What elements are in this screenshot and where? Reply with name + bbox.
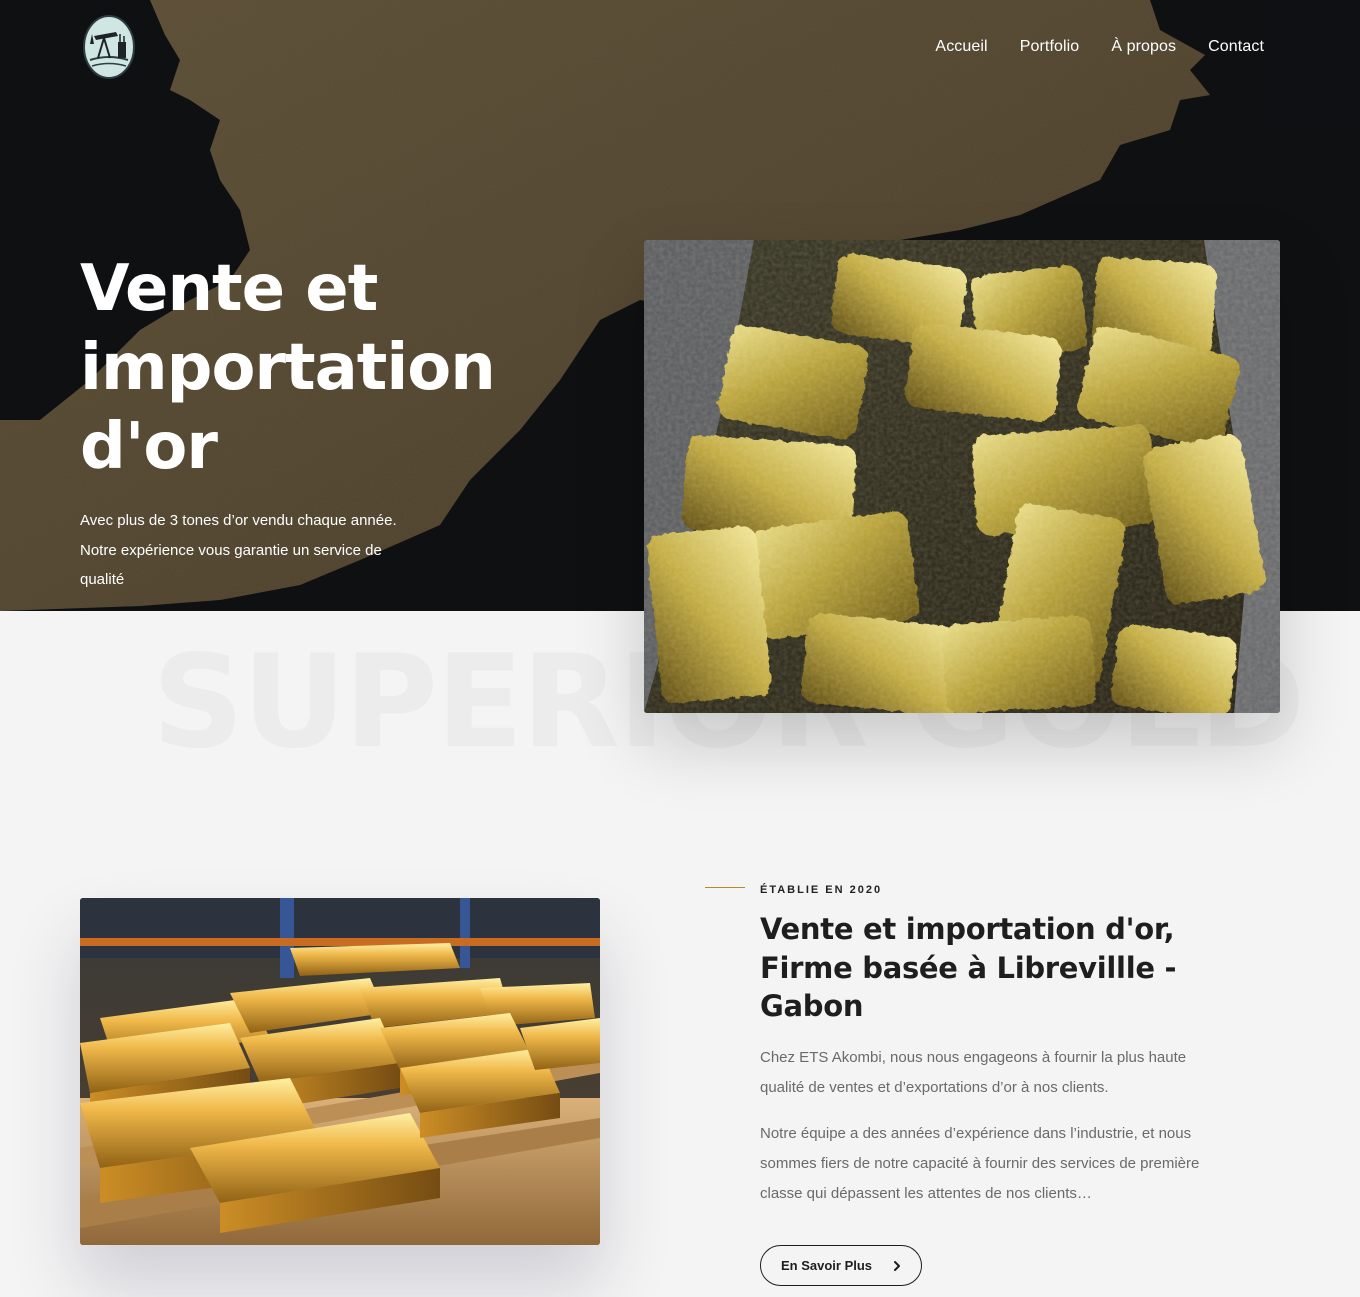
button-label: En Savoir Plus [781,1258,873,1273]
about-paragraph-1: Chez ETS Akombi, nous nous engageons à f… [760,1049,1187,1096]
eyebrow-divider [705,887,745,888]
gold-bars-tray-image [644,240,1280,713]
hero-title: Vente et importation d'or [80,250,600,487]
about-title-line: Gabon [760,989,864,1023]
oil-pump-logo[interactable] [82,14,136,80]
about-paragraph-2: Notre équipe a des années d’expérience d… [760,1125,1200,1202]
about-eyebrow: ÉTABLIE EN 2020 [760,884,883,896]
about-title: Vente et importation d'or, Firme basée à… [760,910,1200,1026]
hero-subtitle-line: qualité [80,571,125,588]
hero-subtitle-line: Avec plus de 3 tones d’or vendu chaque a… [80,512,397,529]
nav-item-contact[interactable]: Contact [1208,38,1264,56]
about-title-line: Vente et importation d'or, [760,912,1175,946]
chevron-right-icon [894,1261,900,1271]
hero-title-line: d'or [80,410,218,484]
nav-item-accueil[interactable]: Accueil [935,38,987,56]
hero-subtitle-line: Notre expérience vous garantie un servic… [80,541,382,559]
hero-title-line: Vente et [80,252,378,326]
hero-subtitle: Avec plus de 3 tones d’or vendu chaque a… [80,506,425,595]
gold-bars-pallet-image [80,898,600,1245]
hero-title-line: importation [80,331,496,405]
about-title-line: Firme basée à Librevillle - [760,950,1177,985]
nav-item-a-propos[interactable]: À propos [1111,38,1176,56]
en-savoir-plus-button[interactable]: En Savoir Plus [760,1245,922,1286]
nav-item-portfolio[interactable]: Portfolio [1020,38,1080,56]
main-nav: Accueil Portfolio À propos Contact [935,38,1264,56]
